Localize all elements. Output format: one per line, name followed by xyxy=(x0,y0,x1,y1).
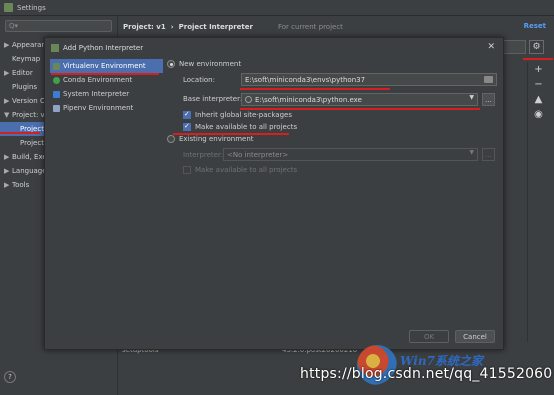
add-package-icon[interactable]: + xyxy=(528,62,549,77)
checkbox-label: Make available to all projects xyxy=(195,123,298,131)
inherit-packages-checkbox[interactable]: Inherit global site-packages xyxy=(183,110,292,119)
window-titlebar: Settings xyxy=(0,0,554,16)
ok-button[interactable]: OK xyxy=(409,330,449,343)
chevron-down-icon: ▼ xyxy=(469,94,474,101)
expand-arrow-icon: ▶ xyxy=(4,41,10,49)
add-python-interpreter-dialog: Add Python Interpreter ✕ Virtualenv Envi… xyxy=(44,37,504,350)
breadcrumb-separator: › xyxy=(170,23,174,31)
browse-base-button[interactable]: ... xyxy=(482,93,495,106)
tree-item-label: Project xyxy=(20,139,44,147)
radio-label: Existing environment xyxy=(179,135,254,143)
pycharm-icon xyxy=(51,43,59,52)
radio-button[interactable] xyxy=(167,60,175,68)
search-icon: Q▾ xyxy=(9,22,19,30)
tree-item-label: Language xyxy=(12,167,47,175)
annotation-underline xyxy=(51,73,159,75)
existing-make-available-checkbox[interactable]: Make available to all projects xyxy=(183,166,297,174)
base-interpreter-label: Base interpreter: xyxy=(183,95,243,103)
gear-icon[interactable]: ⚙ xyxy=(529,40,544,54)
app-icon xyxy=(4,3,13,12)
for-current-project-label: For current project xyxy=(277,23,343,31)
show-early-releases-icon[interactable]: ◉ xyxy=(528,107,549,122)
breadcrumb-page: Project Interpreter xyxy=(178,23,253,31)
annotation-underline xyxy=(240,88,390,90)
list-item-label: System Interpreter xyxy=(63,90,130,98)
checkbox[interactable] xyxy=(183,122,191,131)
tree-item-label: Build, Exe xyxy=(12,153,47,161)
list-item-label: Conda Environment xyxy=(63,76,133,84)
annotation-underline xyxy=(523,58,553,60)
expand-arrow-icon: ▶ xyxy=(4,181,10,189)
conda-icon xyxy=(53,76,60,84)
remove-package-icon[interactable]: − xyxy=(528,77,549,92)
base-interpreter-value: E:\soft\miniconda3\python.exe xyxy=(255,95,362,104)
radio-button[interactable] xyxy=(167,135,175,143)
expand-arrow-icon: ▶ xyxy=(4,167,10,175)
list-item-conda[interactable]: Conda Environment xyxy=(50,73,163,87)
base-interpreter-label-row: Base interpreter: xyxy=(183,95,242,103)
browse-existing-button[interactable]: ... xyxy=(482,148,495,161)
radio-label: New environment xyxy=(179,60,242,68)
close-icon[interactable]: ✕ xyxy=(487,42,495,52)
list-item-pipenv[interactable]: Pipenv Environment xyxy=(50,101,163,115)
location-label: Location: xyxy=(183,76,215,84)
dialog-titlebar: Add Python Interpreter xyxy=(45,38,503,57)
upgrade-package-icon[interactable]: ▲ xyxy=(528,92,549,107)
checkbox-label: Inherit global site-packages xyxy=(195,111,292,119)
checkbox-label: Make available to all projects xyxy=(195,166,298,174)
interpreter-label-row: Interpreter: xyxy=(183,151,223,159)
help-icon[interactable]: ? xyxy=(4,371,16,383)
blog-url-watermark: https://blog.csdn.net/qq_41552060 xyxy=(300,366,553,382)
environment-type-list: Virtualenv Environment Conda Environment… xyxy=(50,59,163,345)
make-available-checkbox[interactable]: Make available to all projects xyxy=(183,122,298,131)
expand-arrow-icon: ▶ xyxy=(4,69,10,77)
existing-environment-radio[interactable]: Existing environment xyxy=(167,135,254,143)
dialog-title: Add Python Interpreter xyxy=(63,43,144,52)
loading-icon xyxy=(245,96,252,103)
tree-item-label: Editor xyxy=(12,69,33,77)
list-item-system-interpreter[interactable]: System Interpreter xyxy=(50,87,163,101)
breadcrumb-project: Project: v1 xyxy=(123,23,166,31)
checkbox[interactable] xyxy=(183,166,191,174)
tree-item-label: Version C xyxy=(12,97,45,105)
reset-link[interactable]: Reset xyxy=(524,22,546,30)
expand-arrow-icon: ▶ xyxy=(4,97,10,105)
settings-search-input[interactable]: Q▾ xyxy=(5,20,112,32)
location-label-row: Location: xyxy=(183,76,215,84)
tree-item-label: Keymap xyxy=(12,55,41,63)
new-environment-radio[interactable]: New environment xyxy=(167,60,241,68)
existing-interpreter-select[interactable]: <No interpreter> ▼ xyxy=(223,148,478,161)
existing-interpreter-value: <No interpreter> xyxy=(227,150,289,159)
tree-item-label: Plugins xyxy=(12,83,38,91)
chevron-down-icon: ▼ xyxy=(469,149,474,156)
virtualenv-icon xyxy=(53,62,60,70)
package-toolbar: + − ▲ ◉ xyxy=(527,62,549,342)
expand-arrow-icon: ▶ xyxy=(4,153,10,161)
folder-icon[interactable] xyxy=(484,76,493,83)
checkbox[interactable] xyxy=(183,110,191,119)
pipenv-icon xyxy=(53,104,60,112)
annotation-underline xyxy=(0,132,40,134)
tree-item-label: Project: v xyxy=(12,111,45,119)
python-icon xyxy=(53,90,60,98)
cancel-button[interactable]: Cancel xyxy=(455,330,495,343)
settings-header: Project: v1 › Project Interpreter For cu… xyxy=(118,16,554,38)
list-item-virtualenv[interactable]: Virtualenv Environment xyxy=(50,59,163,73)
collapse-arrow-icon: ▼ xyxy=(4,111,10,119)
interpreter-label: Interpreter: xyxy=(183,151,224,159)
list-item-label: Virtualenv Environment xyxy=(63,62,146,70)
window-title: Settings xyxy=(17,3,46,12)
list-item-label: Pipenv Environment xyxy=(63,104,134,112)
tree-item-label: Tools xyxy=(12,181,30,189)
tree-item-label: Appearan xyxy=(12,41,46,49)
location-value: E:\soft\miniconda3\envs\python37 xyxy=(245,75,366,84)
annotation-underline xyxy=(240,108,480,110)
base-interpreter-select[interactable]: E:\soft\miniconda3\python.exe ▼ xyxy=(241,93,478,106)
location-field[interactable]: E:\soft\miniconda3\envs\python37 xyxy=(241,73,497,86)
